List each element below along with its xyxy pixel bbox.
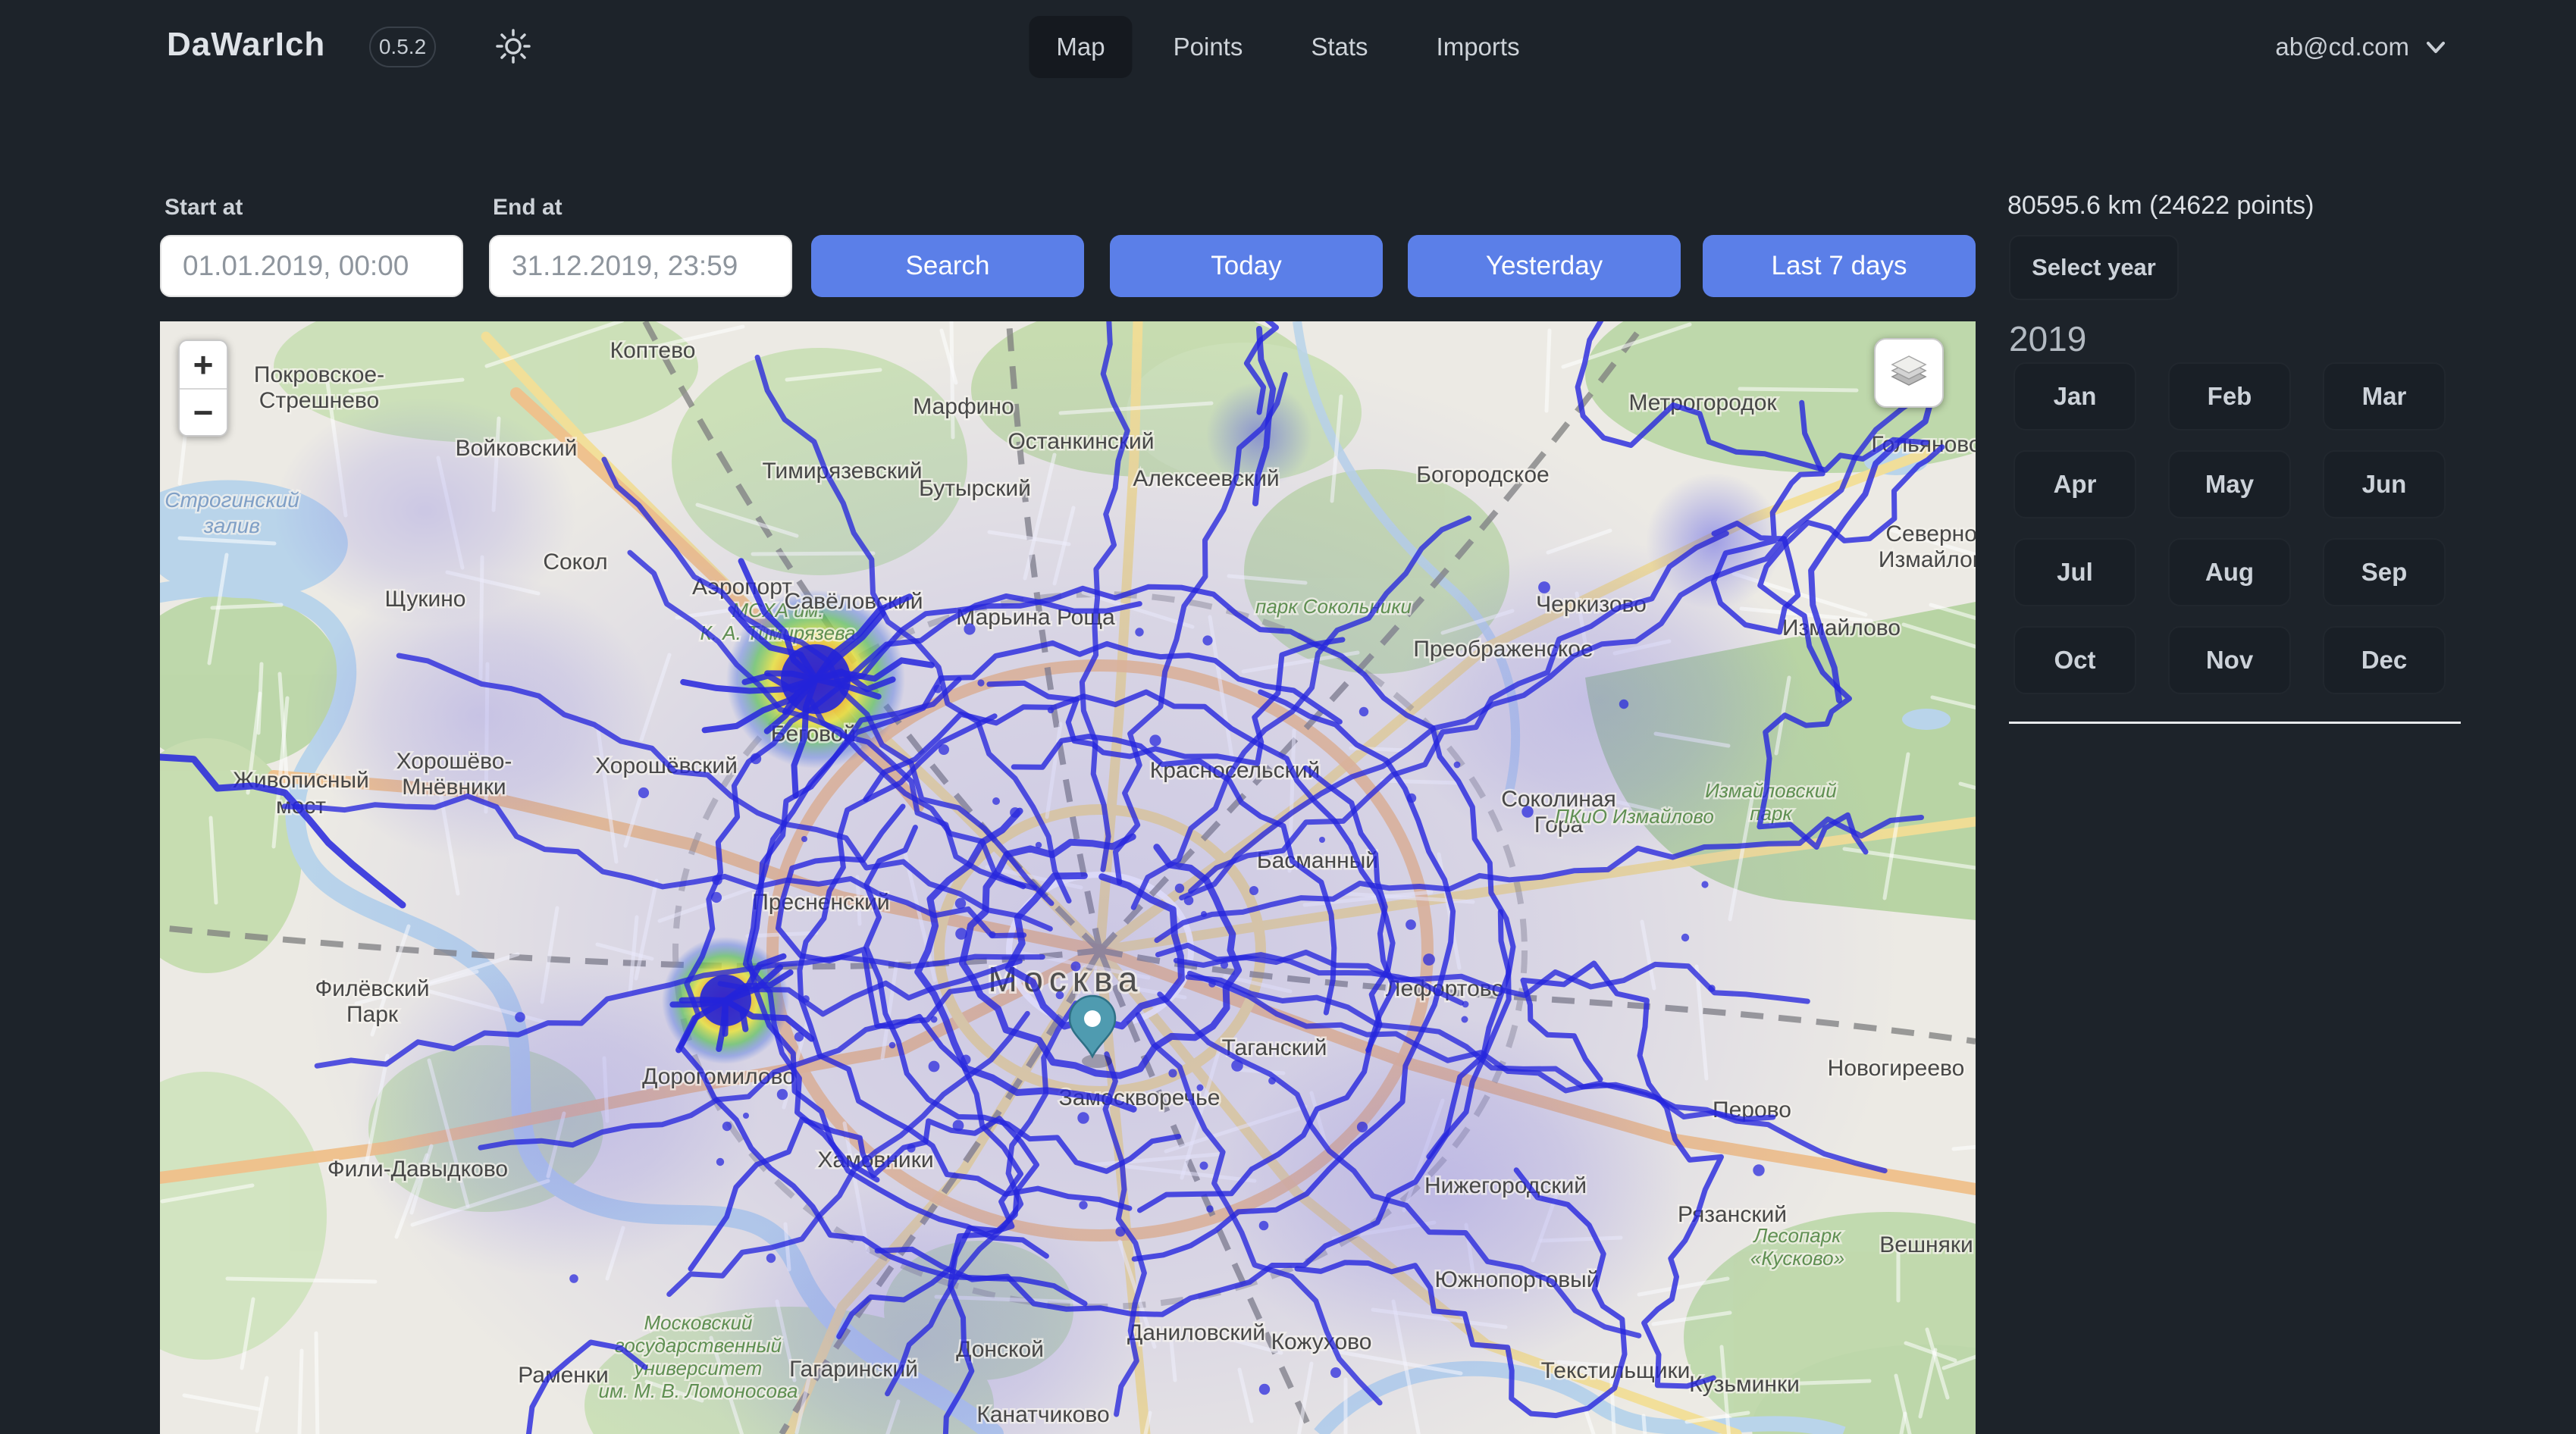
layers-control[interactable] — [1874, 338, 1944, 408]
svg-text:Новогиреево: Новогиреево — [1828, 1056, 1965, 1081]
svg-text:Кузьминки: Кузьминки — [1689, 1372, 1800, 1397]
main-nav-tabs: Map Points Stats Imports — [1029, 0, 1547, 93]
distance-stats: 80595.6 km (24622 points) — [2007, 191, 2314, 221]
svg-text:парк Сокольники: парк Сокольники — [1255, 595, 1412, 618]
tab-imports[interactable]: Imports — [1409, 16, 1547, 78]
month-button-sep[interactable]: Sep — [2323, 538, 2446, 606]
month-button-jan[interactable]: Jan — [2013, 362, 2136, 431]
svg-text:ПКиО Измайлово: ПКиО Измайлово — [1555, 805, 1714, 828]
svg-text:Нижегородский: Нижегородский — [1424, 1173, 1587, 1198]
map-canvas[interactable]: Покровское-Стрешнево Коптево Марфино Тимиря… — [160, 321, 1976, 1434]
tab-points[interactable]: Points — [1146, 16, 1271, 78]
tab-stats[interactable]: Stats — [1283, 16, 1395, 78]
svg-text:Вешняки: Вешняки — [1879, 1232, 1973, 1257]
search-button[interactable]: Search — [811, 235, 1084, 297]
end-at-label: End at — [493, 195, 563, 221]
svg-text:Южнопортовый: Южнопортовый — [1435, 1267, 1600, 1292]
svg-text:Преображенское: Преображенское — [1413, 637, 1593, 662]
last-7-days-button[interactable]: Last 7 days — [1703, 235, 1976, 297]
chevron-down-icon — [2423, 34, 2449, 60]
app-logo: DaWarIch — [167, 26, 325, 64]
svg-text:Измайлово: Измайлово — [1782, 615, 1901, 640]
month-button-feb[interactable]: Feb — [2168, 362, 2291, 431]
svg-text:Бутырский: Бутырский — [919, 476, 1031, 501]
svg-text:Тимирязевский: Тимирязевский — [762, 459, 922, 484]
start-at-label: Start at — [165, 195, 243, 221]
svg-text:Коптево: Коптево — [610, 338, 696, 363]
svg-text:Богородское: Богородское — [1416, 462, 1549, 487]
start-date-input[interactable] — [160, 235, 463, 297]
svg-text:Войковский: Войковский — [456, 436, 578, 461]
user-email: ab@cd.com — [2275, 33, 2409, 61]
svg-text:Метрогородок: Метрогородок — [1628, 390, 1777, 415]
zoom-in-button[interactable]: + — [180, 341, 227, 388]
svg-text:Кожухово: Кожухово — [1271, 1329, 1372, 1354]
zoom-out-button[interactable]: − — [180, 388, 227, 435]
tab-map[interactable]: Map — [1029, 16, 1132, 78]
svg-text:Марфино: Марфино — [913, 394, 1014, 419]
yesterday-button[interactable]: Yesterday — [1408, 235, 1681, 297]
month-grid: Jan Feb Mar Apr May Jun Jul Aug Sep Oct … — [2013, 362, 2446, 694]
user-menu[interactable]: ab@cd.com — [2275, 0, 2449, 93]
svg-text:СеверноеИзмайлово: СеверноеИзмайлово — [1879, 521, 1976, 572]
month-button-dec[interactable]: Dec — [2323, 626, 2446, 694]
sidebar-divider — [2009, 722, 2461, 724]
map-zoom-control: + − — [178, 340, 228, 437]
today-button[interactable]: Today — [1110, 235, 1383, 297]
month-button-may[interactable]: May — [2168, 450, 2291, 518]
svg-text:Щукино: Щукино — [385, 587, 466, 612]
svg-text:Лесопарк«Кусково»: Лесопарк«Кусково» — [1750, 1224, 1844, 1270]
theme-toggle[interactable] — [491, 24, 535, 68]
select-year-button[interactable]: Select year — [2009, 235, 2179, 300]
version-badge: 0.5.2 — [369, 27, 436, 67]
month-button-aug[interactable]: Aug — [2168, 538, 2291, 606]
month-button-nov[interactable]: Nov — [2168, 626, 2291, 694]
month-button-jun[interactable]: Jun — [2323, 450, 2446, 518]
svg-text:Останкинский: Останкинский — [1008, 429, 1154, 454]
svg-text:Хорошёво-Мнёвники: Хорошёво-Мнёвники — [396, 749, 512, 800]
sun-icon — [493, 26, 534, 67]
end-date-input[interactable] — [489, 235, 792, 297]
month-button-oct[interactable]: Oct — [2013, 626, 2136, 694]
year-heading: 2019 — [2009, 318, 2086, 359]
svg-text:Фили-Давыдково: Фили-Давыдково — [327, 1157, 508, 1182]
month-button-mar[interactable]: Mar — [2323, 362, 2446, 431]
svg-text:Канатчиково: Канатчиково — [976, 1402, 1109, 1427]
svg-text:Аэропорт: Аэропорт — [692, 575, 792, 600]
navbar: DaWarIch 0.5.2 Map Points Stats Imports … — [0, 0, 2576, 93]
month-button-jul[interactable]: Jul — [2013, 538, 2136, 606]
layers-icon — [1886, 350, 1932, 396]
svg-text:Покровское-Стрешнево: Покровское-Стрешнево — [254, 362, 384, 413]
svg-text:Даниловский: Даниловский — [1127, 1320, 1265, 1345]
month-button-apr[interactable]: Apr — [2013, 450, 2136, 518]
svg-text:Сокол: Сокол — [543, 549, 607, 575]
